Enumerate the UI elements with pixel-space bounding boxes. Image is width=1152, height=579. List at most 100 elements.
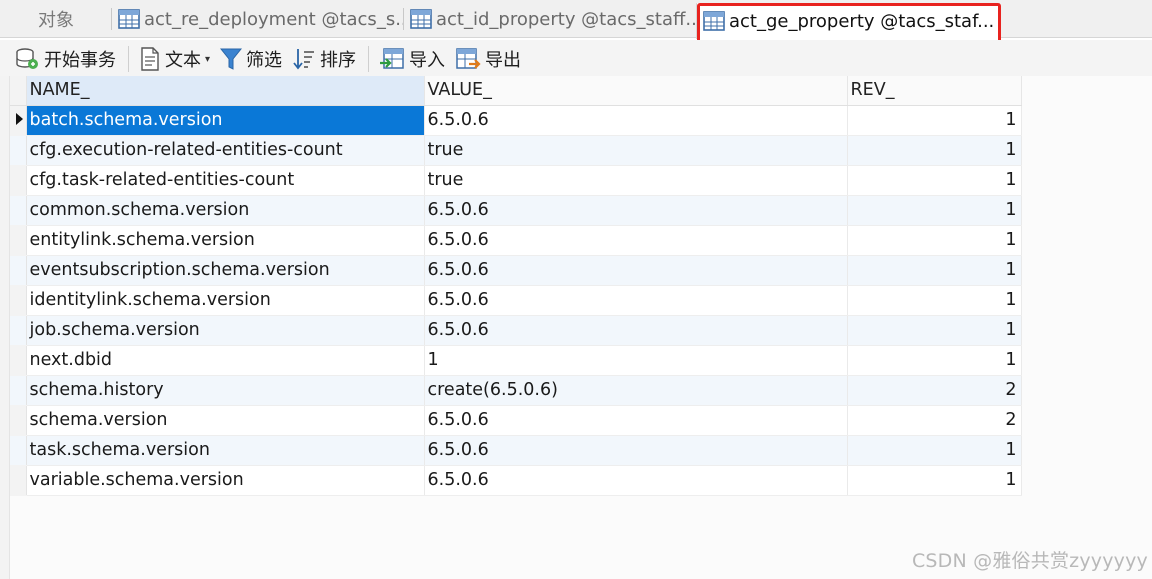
cell-value[interactable]: 6.5.0.6 [424,195,848,226]
column-header-rev[interactable]: REV_ [847,76,1022,106]
cell-value[interactable]: 6.5.0.6 [424,285,848,316]
cell-name[interactable]: cfg.execution-related-entities-count [26,135,425,166]
table-row[interactable]: entitylink.schema.version 6.5.0.6 1 [10,225,1022,256]
cell-rev[interactable]: 1 [847,465,1022,496]
row-header-cell[interactable] [10,255,27,286]
cell-name[interactable]: schema.version [26,405,425,436]
cell-rev[interactable]: 1 [847,105,1022,136]
import-label: 导入 [409,50,446,71]
table-body: batch.schema.version 6.5.0.6 1 cfg.executio… [10,105,1022,496]
table-icon [703,11,725,31]
toolbar-divider [128,46,129,72]
tab-objects[interactable]: 对象 [0,2,112,36]
sort-button[interactable]: 排序 [288,44,362,74]
cell-name[interactable]: job.schema.version [26,315,425,346]
cell-rev[interactable]: 2 [847,375,1022,406]
cell-value[interactable]: 6.5.0.6 [424,435,848,466]
cell-rev[interactable]: 1 [847,195,1022,226]
table-icon [410,9,432,29]
cell-rev[interactable]: 1 [847,315,1022,346]
cell-name[interactable]: batch.schema.version [26,105,425,136]
cell-rev[interactable]: 1 [847,165,1022,196]
table-row[interactable]: identitylink.schema.version 6.5.0.6 1 [10,285,1022,316]
header-row: NAME_ VALUE_ REV_ [10,76,1022,106]
cell-rev[interactable]: 1 [847,225,1022,256]
row-header-cell[interactable] [10,285,27,316]
row-header-cell[interactable] [10,105,27,136]
table-row[interactable]: schema.history create(6.5.0.6) 2 [10,375,1022,406]
document-text-icon [141,47,159,71]
table-row[interactable]: task.schema.version 6.5.0.6 1 [10,435,1022,466]
tab-label: 对象 [38,10,74,31]
cell-value[interactable]: true [424,135,848,166]
cell-rev[interactable]: 2 [847,405,1022,436]
cell-name[interactable]: cfg.task-related-entities-count [26,165,425,196]
text-view-button[interactable]: 文本 ▾ [135,44,216,74]
cell-name[interactable]: common.schema.version [26,195,425,226]
row-header-cell[interactable] [10,315,27,346]
row-header-cell[interactable] [10,375,27,406]
tab-label: act_re_deployment @tacs_s... [144,8,404,30]
cell-value[interactable]: 1 [424,345,848,376]
cell-value[interactable]: 6.5.0.6 [424,225,848,256]
chevron-down-icon[interactable]: ▾ [205,54,210,65]
row-header-cell[interactable] [10,195,27,226]
cell-rev[interactable]: 1 [847,135,1022,166]
cell-value[interactable]: 6.5.0.6 [424,105,848,136]
cell-value[interactable]: create(6.5.0.6) [424,375,848,406]
filter-button[interactable]: 筛选 [216,44,288,74]
cell-name[interactable]: task.schema.version [26,435,425,466]
row-header-cell[interactable] [10,225,27,256]
cell-rev[interactable]: 1 [847,285,1022,316]
row-header-cell[interactable] [10,435,27,466]
cell-name[interactable]: identitylink.schema.version [26,285,425,316]
import-button[interactable]: 导入 [375,44,451,74]
cell-value[interactable]: 6.5.0.6 [424,405,848,436]
results-table: NAME_ VALUE_ REV_ batch.schema.version 6.… [10,76,1022,496]
table-row[interactable]: cfg.task-related-entities-count true 1 [10,165,1022,196]
tab-bar: 对象 act_re_deployment @tacs_s... act_id_p… [0,0,1152,39]
cell-name[interactable]: entitylink.schema.version [26,225,425,256]
tab-act-ge-property[interactable]: act_ge_property @tacs_staf... [696,3,1000,39]
cell-value[interactable]: true [424,165,848,196]
table-row[interactable]: variable.schema.version 6.5.0.6 1 [10,465,1022,496]
row-header-cell[interactable] [10,465,27,496]
cell-value[interactable]: 6.5.0.6 [424,315,848,346]
cell-name[interactable]: eventsubscription.schema.version [26,255,425,286]
column-header-value[interactable]: VALUE_ [424,76,848,106]
cell-value[interactable]: 6.5.0.6 [424,255,848,286]
cell-rev[interactable]: 1 [847,255,1022,286]
row-header-cell[interactable] [10,135,27,166]
row-header-cell[interactable] [10,165,27,196]
toolbar-divider [368,46,370,72]
filter-funnel-icon [220,48,243,70]
row-header-cell[interactable] [10,345,27,376]
table-icon [118,9,140,29]
cell-name[interactable]: schema.history [26,375,425,406]
cell-value[interactable]: 6.5.0.6 [424,465,848,496]
export-label: 导出 [485,50,522,71]
table-row[interactable]: batch.schema.version 6.5.0.6 1 [10,105,1022,136]
filter-label: 筛选 [246,50,283,71]
begin-transaction-button[interactable]: 开始事务 [10,44,122,74]
column-header-name[interactable]: NAME_ [26,76,425,106]
sort-icon [293,49,315,70]
tab-label: act_id_property @tacs_staff... [436,8,696,30]
tab-act-re-deployment[interactable]: act_re_deployment @tacs_s... [112,2,404,36]
table-row[interactable]: eventsubscription.schema.version 6.5.0.6 1 [10,255,1022,286]
export-button[interactable]: 导出 [451,44,527,74]
table-row[interactable]: cfg.execution-related-entities-count true… [10,135,1022,166]
toolbar: 开始事务 文本 ▾ 筛选 排序 导入 导出 [0,40,1152,78]
cell-name[interactable]: variable.schema.version [26,465,425,496]
table-row[interactable]: job.schema.version 6.5.0.6 1 [10,315,1022,346]
cell-rev[interactable]: 1 [847,435,1022,466]
table-row[interactable]: schema.version 6.5.0.6 2 [10,405,1022,436]
cell-rev[interactable]: 1 [847,345,1022,376]
row-header-cell[interactable] [10,405,27,436]
table-row[interactable]: next.dbid 1 1 [10,345,1022,376]
table-row[interactable]: common.schema.version 6.5.0.6 1 [10,195,1022,226]
cell-name[interactable]: next.dbid [26,345,425,376]
tab-act-id-property[interactable]: act_id_property @tacs_staff... [404,2,696,36]
tab-label: act_ge_property @tacs_staf... [729,10,995,32]
data-grid[interactable]: NAME_ VALUE_ REV_ batch.schema.version 6.… [0,76,1152,579]
